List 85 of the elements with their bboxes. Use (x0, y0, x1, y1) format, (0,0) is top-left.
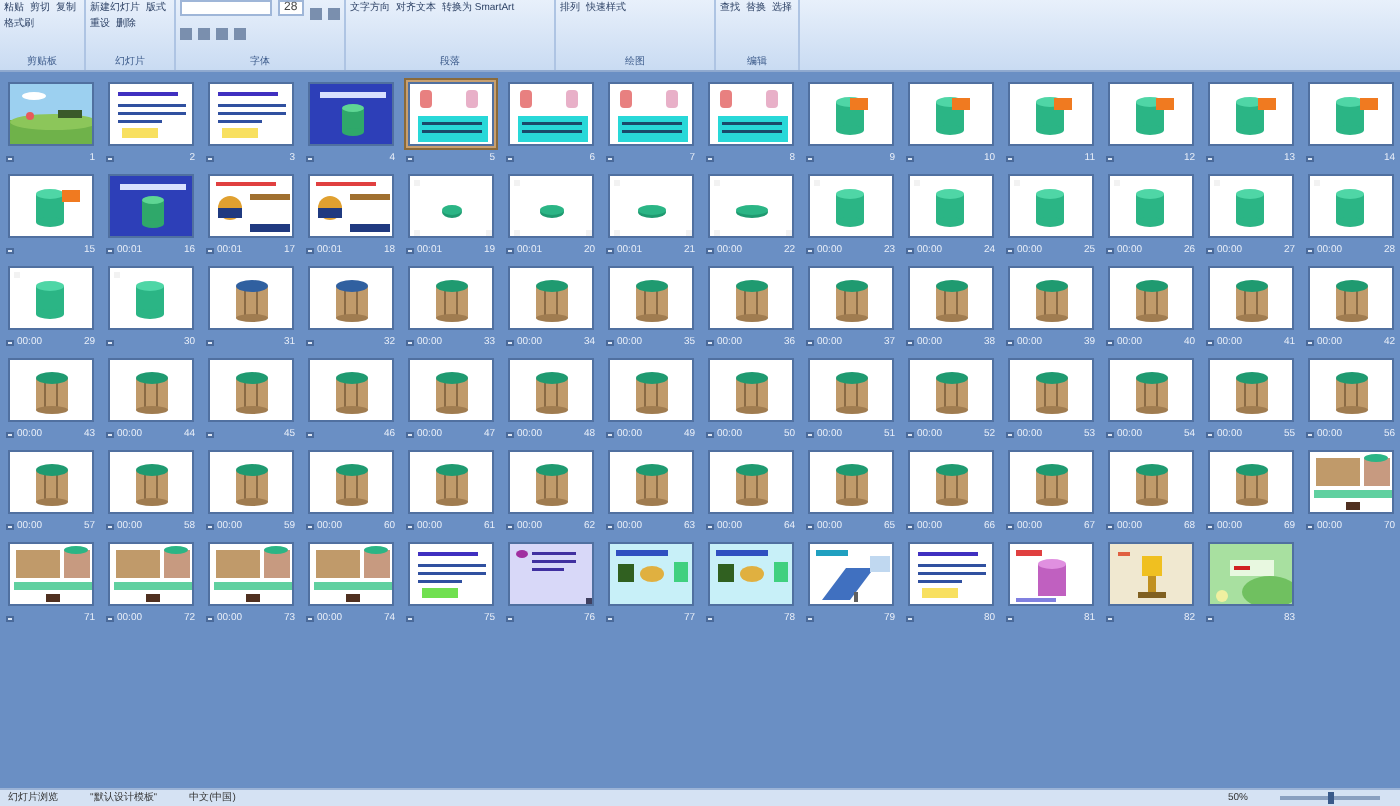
font-name-field[interactable] (180, 0, 272, 16)
slide-thumbnail[interactable] (1303, 354, 1397, 426)
slide-thumbnail[interactable] (1003, 262, 1097, 334)
slide-thumbnail[interactable] (803, 170, 897, 242)
slide-thumbnail[interactable] (1003, 170, 1097, 242)
slide-thumbnail[interactable] (503, 538, 597, 610)
slide-thumbnail[interactable] (1203, 354, 1297, 426)
slider-thumb[interactable] (1327, 792, 1333, 804)
slide-thumbnail[interactable] (3, 354, 97, 426)
slide-thumbnail[interactable] (103, 538, 197, 610)
slide-thumbnail[interactable] (1003, 446, 1097, 518)
slide-thumbnail[interactable] (203, 354, 297, 426)
slide-thumbnail[interactable] (1203, 446, 1297, 518)
slide-thumbnail[interactable] (403, 78, 497, 150)
slide-thumbnail[interactable] (603, 354, 697, 426)
slide-thumbnail[interactable] (3, 262, 97, 334)
slide-thumbnail[interactable] (1203, 170, 1297, 242)
slide-thumbnail[interactable] (503, 170, 597, 242)
slide-thumbnail[interactable] (903, 170, 997, 242)
slide-thumbnail[interactable] (903, 446, 997, 518)
slide-thumbnail[interactable] (703, 78, 797, 150)
slide-thumbnail[interactable] (603, 446, 697, 518)
slide-thumbnail[interactable] (803, 446, 897, 518)
slide-thumbnail[interactable] (403, 262, 497, 334)
slide-thumbnail[interactable] (1003, 78, 1097, 150)
slide-thumbnail[interactable] (903, 78, 997, 150)
slide-thumbnail[interactable] (403, 354, 497, 426)
slide-thumbnail[interactable] (103, 78, 197, 150)
slide-thumbnail[interactable] (603, 78, 697, 150)
slide-thumbnail[interactable] (103, 262, 197, 334)
slide-thumbnail[interactable] (703, 538, 797, 610)
slide-thumbnail[interactable] (303, 538, 397, 610)
slide-thumbnail[interactable] (103, 354, 197, 426)
slide-thumbnail[interactable] (1203, 538, 1297, 610)
slide-thumbnail[interactable] (1103, 262, 1197, 334)
slide-thumbnail[interactable] (503, 446, 597, 518)
slide-thumbnail[interactable] (603, 538, 697, 610)
slide-thumbnail[interactable] (1103, 538, 1197, 610)
slide-thumbnail[interactable] (303, 262, 397, 334)
slide-thumbnail[interactable] (303, 170, 397, 242)
slide-thumbnail[interactable] (503, 262, 597, 334)
slide-thumbnail[interactable] (1303, 262, 1397, 334)
slide-thumbnail[interactable] (3, 538, 97, 610)
slide-thumbnail[interactable] (1303, 170, 1397, 242)
slide-thumbnail[interactable] (203, 78, 297, 150)
slide-thumbnail[interactable] (1203, 262, 1297, 334)
slide-thumbnail[interactable] (3, 78, 97, 150)
slide-thumbnail[interactable] (503, 78, 597, 150)
slide-thumbnail[interactable] (203, 262, 297, 334)
slide-thumbnail[interactable] (503, 354, 597, 426)
slide-thumbnail[interactable] (203, 538, 297, 610)
slide-thumbnail[interactable] (803, 78, 897, 150)
slide-thumbnail[interactable] (903, 538, 997, 610)
slide-thumbnail[interactable] (703, 446, 797, 518)
slide-thumbnail[interactable] (303, 354, 397, 426)
slide-thumbnail[interactable] (603, 262, 697, 334)
slide-thumbnail[interactable] (803, 262, 897, 334)
slide-thumbnail[interactable] (203, 446, 297, 518)
slide-thumbnail[interactable] (803, 538, 897, 610)
slide-thumbnail[interactable] (1103, 446, 1197, 518)
slide-thumbnail[interactable] (903, 262, 997, 334)
slide-thumbnail[interactable] (803, 354, 897, 426)
slide-thumbnail[interactable] (3, 446, 97, 518)
slide-thumbnail[interactable] (1303, 446, 1397, 518)
slide-thumbnail[interactable] (403, 446, 497, 518)
slide-thumbnail[interactable] (303, 78, 397, 150)
slide-thumbnail[interactable] (1303, 78, 1397, 150)
slide-thumbnail[interactable] (203, 170, 297, 242)
slide-thumbnail[interactable] (1203, 78, 1297, 150)
slide-thumbnail[interactable] (403, 170, 497, 242)
slide-thumbnail[interactable] (903, 354, 997, 426)
slide-thumbnail[interactable] (103, 446, 197, 518)
slide-thumbnail[interactable] (703, 262, 797, 334)
slide-thumbnail[interactable] (703, 170, 797, 242)
slide-thumbnail[interactable] (703, 354, 797, 426)
slide-thumbnail[interactable] (1103, 354, 1197, 426)
slide-thumbnail[interactable] (403, 538, 497, 610)
slide-thumbnail[interactable] (103, 170, 197, 242)
slide-thumbnail[interactable] (1003, 354, 1097, 426)
slide-thumbnail[interactable] (1003, 538, 1097, 610)
slide-thumbnail[interactable] (1103, 170, 1197, 242)
slide-thumbnail[interactable] (3, 170, 97, 242)
slide-thumbnail[interactable] (303, 446, 397, 518)
slide-thumbnail[interactable] (1103, 78, 1197, 150)
slide-thumbnail[interactable] (603, 170, 697, 242)
